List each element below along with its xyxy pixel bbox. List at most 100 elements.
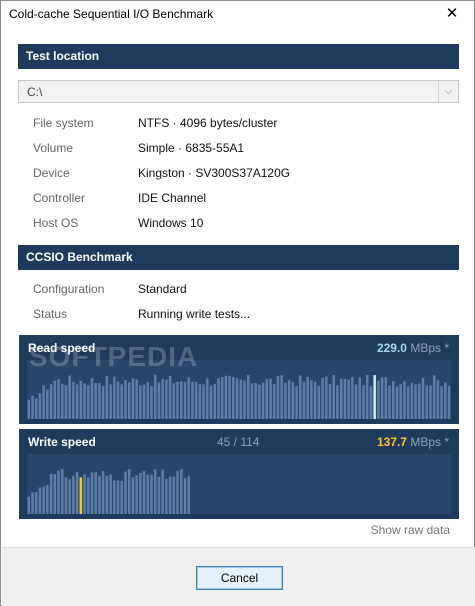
write-speed-readout: 137.7 MBps * [377, 435, 449, 449]
speed-bar [105, 475, 109, 514]
speed-bar [153, 374, 157, 419]
speed-bar [176, 470, 179, 514]
speed-bar [72, 381, 75, 419]
speed-bar [380, 377, 384, 419]
speed-bar [172, 476, 176, 514]
speed-bar [362, 385, 365, 419]
speed-bar [243, 380, 246, 419]
speed-bar [75, 472, 79, 514]
dialog-footer: Cancel [2, 547, 475, 606]
speed-bar [142, 471, 146, 514]
info-value: Kingston · SV300S37A120G [138, 166, 291, 180]
drive-select[interactable]: C:\ ⌵ [18, 80, 459, 103]
speed-bar [113, 376, 116, 419]
speed-bar [34, 398, 38, 419]
speed-bar [116, 381, 120, 419]
speed-bar [60, 383, 64, 419]
speed-bar [220, 377, 224, 419]
speed-bar [157, 476, 161, 514]
write-speed-title: Write speed [28, 435, 96, 449]
speed-bar [276, 375, 280, 419]
speed-bar [101, 471, 105, 514]
speed-bar [421, 377, 425, 419]
speed-bar [161, 469, 164, 514]
speed-bar [64, 477, 68, 514]
speed-bar [444, 382, 447, 419]
speed-bar [332, 375, 335, 419]
speed-bar [284, 382, 287, 419]
speed-bar [425, 385, 428, 419]
speed-bar [176, 381, 179, 419]
speed-bar [187, 377, 190, 419]
speed-bar [265, 379, 269, 419]
speed-bar [250, 383, 254, 419]
info-label: Device [33, 166, 70, 180]
speed-bar [72, 475, 75, 514]
speed-bar [391, 381, 395, 419]
speed-bar [317, 385, 321, 419]
chevron-down-icon[interactable]: ⌵ [438, 81, 458, 102]
speed-bar [384, 377, 388, 419]
speed-bar [124, 471, 127, 514]
speed-bar [202, 384, 205, 419]
speed-bar [239, 379, 243, 419]
speed-bar [68, 479, 71, 514]
speed-bar [187, 476, 190, 514]
read-speed-unit: MBps * [406, 341, 449, 355]
speed-bar [105, 376, 109, 419]
info-label: Host OS [33, 216, 79, 230]
speed-bar [258, 384, 261, 419]
speed-bar [272, 383, 276, 419]
speed-bar [224, 375, 228, 419]
write-speed-value: 137.7 [376, 435, 407, 449]
ccsio-benchmark-header: CCSIO Benchmark [18, 245, 459, 270]
speed-bar [295, 386, 298, 419]
speed-bar [418, 383, 421, 419]
write-speed-plot [27, 454, 451, 514]
speed-bar [142, 384, 146, 419]
speed-bar [135, 475, 138, 514]
speed-bar [27, 496, 31, 514]
speed-bar [87, 477, 90, 514]
speed-bar [302, 381, 306, 419]
info-label: Controller [33, 191, 86, 205]
speed-bar [440, 386, 443, 419]
info-label: File system [33, 116, 94, 130]
speed-bar [157, 382, 161, 419]
speed-bar [150, 386, 153, 419]
speed-bar [90, 378, 94, 419]
speed-bar [31, 395, 34, 419]
softpedia-watermark: SOFTPEDIA [29, 341, 199, 372]
speed-bar [217, 378, 220, 419]
speed-bar [194, 381, 198, 419]
speed-bar [109, 384, 112, 419]
speed-bar [325, 376, 328, 419]
speed-bar [27, 399, 31, 419]
close-icon[interactable]: ✕ [430, 1, 474, 27]
speed-bar [436, 379, 440, 419]
speed-bar [57, 470, 60, 514]
speed-bar [46, 389, 49, 419]
speed-bar [191, 381, 194, 419]
info-row-status: Status Running write tests... [33, 307, 453, 323]
speed-bar [354, 384, 358, 419]
info-label: Configuration [33, 282, 105, 296]
speed-bar [46, 485, 49, 514]
show-raw-data-link[interactable]: Show raw data [371, 523, 450, 537]
speed-bar [399, 383, 402, 419]
info-row-device: Device Kingston · SV300S37A120G [33, 166, 453, 182]
speed-bar [414, 384, 417, 419]
speed-bar [287, 380, 291, 419]
cancel-button[interactable]: Cancel [196, 566, 283, 590]
speed-bar [365, 374, 369, 419]
speed-bar [120, 384, 123, 419]
speed-bar [94, 472, 97, 514]
write-speed-bars [27, 469, 190, 514]
title-bar: Cold-cache Sequential I/O Benchmark ✕ [1, 1, 474, 27]
speed-bar [42, 486, 45, 514]
speed-bar [139, 473, 142, 514]
speed-bar [403, 381, 406, 419]
speed-bar [347, 379, 350, 419]
speed-bar [198, 384, 202, 419]
speed-bar [280, 375, 283, 419]
